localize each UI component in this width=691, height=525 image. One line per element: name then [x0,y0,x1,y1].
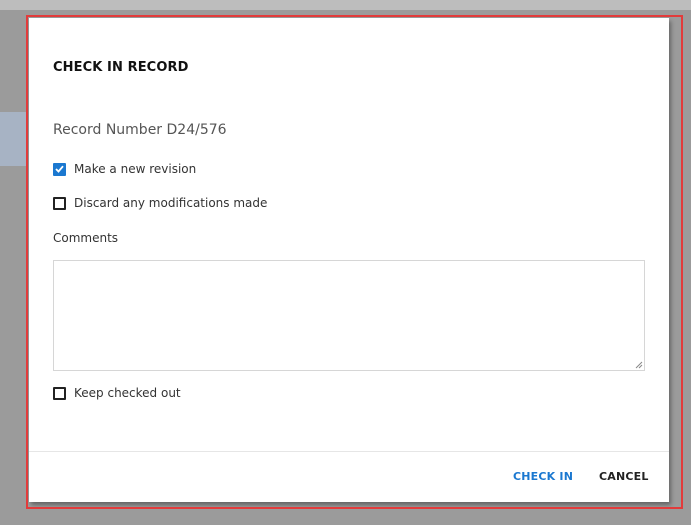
discard-modifications-checkbox[interactable] [53,196,66,210]
new-revision-checkbox[interactable] [53,162,66,176]
checkmark-icon [55,165,64,173]
keep-checked-out-option[interactable]: Keep checked out [53,386,181,400]
comments-label: Comments [53,231,119,245]
dialog-title: CHECK IN RECORD [53,60,189,75]
comments-field[interactable] [53,260,645,371]
new-revision-option[interactable]: Make a new revision [53,162,196,176]
backdrop-top-strip [0,0,691,10]
discard-modifications-label: Discard any modifications made [74,196,268,210]
backdrop-header-band [0,112,27,166]
keep-checked-out-checkbox[interactable] [53,386,66,400]
footer-divider [29,451,669,452]
record-number: Record Number D24/576 [53,122,227,138]
new-revision-label: Make a new revision [74,162,197,176]
check-in-button[interactable]: CHECK IN [513,470,573,483]
resize-grip-icon[interactable] [634,360,643,369]
cancel-button[interactable]: CANCEL [599,470,649,483]
check-in-record-dialog: CHECK IN RECORD Record Number D24/576 Ma… [29,18,669,502]
discard-modifications-option[interactable]: Discard any modifications made [53,196,267,210]
keep-checked-out-label: Keep checked out [74,386,181,400]
